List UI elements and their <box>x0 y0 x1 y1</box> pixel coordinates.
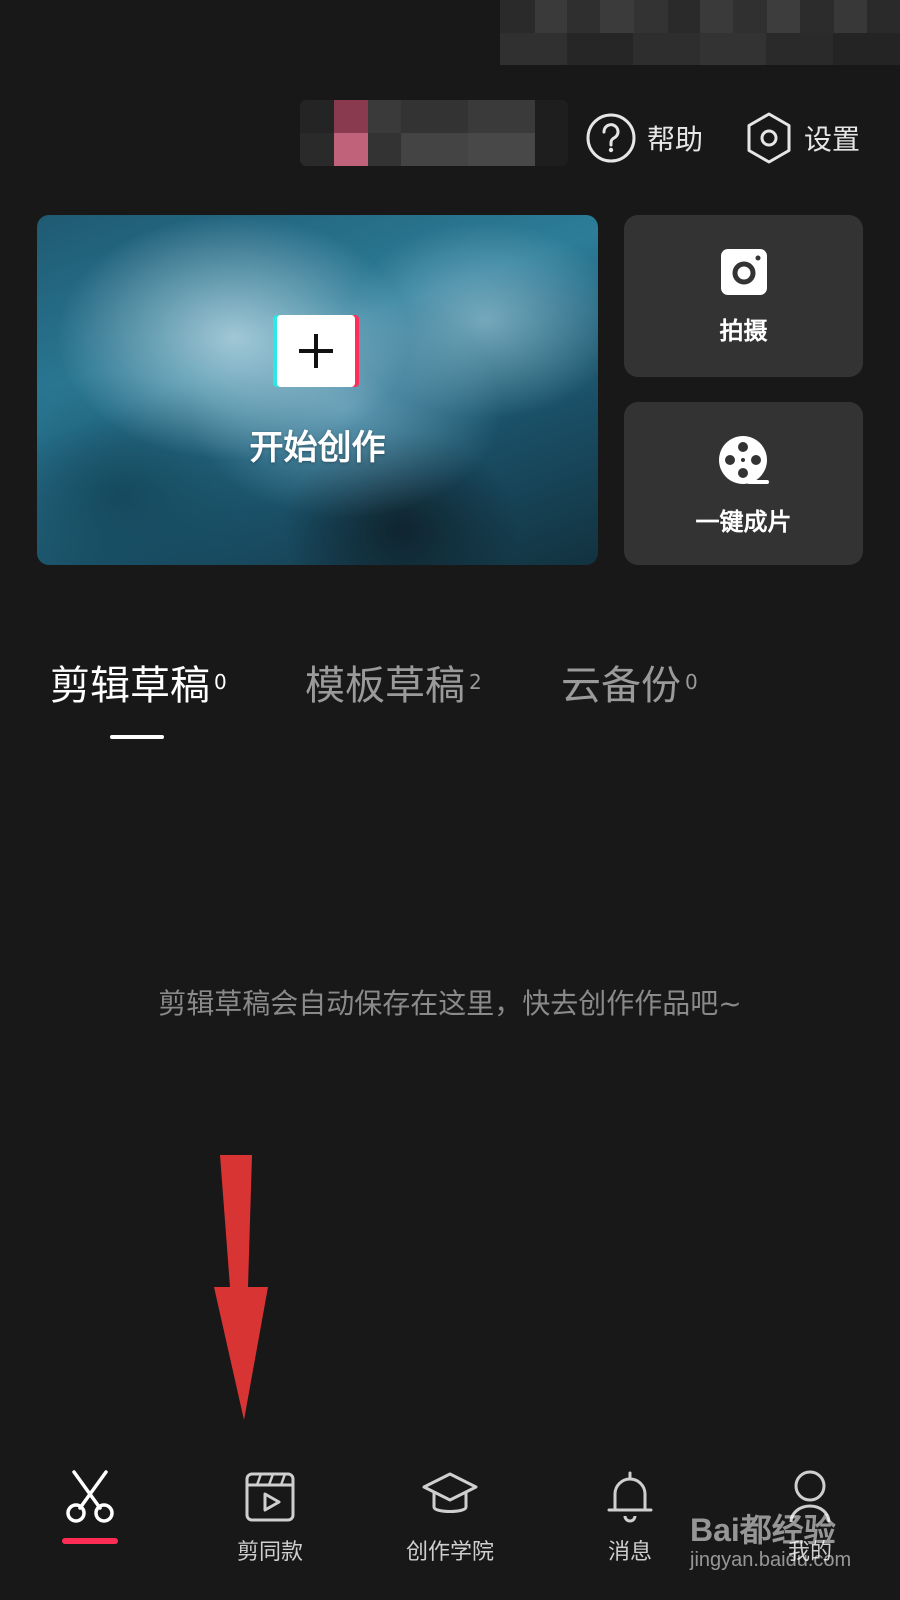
annotation-arrow-icon <box>200 1155 280 1429</box>
start-creating-card[interactable]: 开始创作 <box>37 215 598 565</box>
nav-creator-academy[interactable]: 创作学院 <box>380 1470 520 1565</box>
tab-count: 0 <box>685 670 698 694</box>
nav-label: 创作学院 <box>405 1540 494 1565</box>
scissors-icon <box>62 1470 118 1528</box>
help-label: 帮助 <box>647 123 704 156</box>
tab-template-drafts[interactable]: 模板草稿 2 <box>305 660 482 712</box>
nav-label: 消息 <box>607 1540 652 1565</box>
watermark-logo: Bai都经验 <box>690 1512 836 1548</box>
nav-template[interactable]: 剪同款 <box>200 1470 340 1565</box>
one-click-film-button[interactable]: 一键成片 <box>624 402 863 565</box>
film-reel-icon <box>717 434 771 492</box>
help-button[interactable]: 帮助 <box>585 110 703 166</box>
tab-count: 0 <box>214 670 227 694</box>
nav-label: 剪同款 <box>236 1540 303 1565</box>
tab-edit-drafts[interactable]: 剪辑草稿 0 <box>50 660 227 712</box>
status-bar-mosaic <box>500 0 900 65</box>
one-click-film-label: 一键成片 <box>695 508 792 536</box>
active-nav-indicator <box>62 1538 118 1544</box>
shoot-button[interactable]: 拍摄 <box>624 215 863 377</box>
nav-edit[interactable] <box>20 1470 160 1544</box>
empty-state-message: 剪辑草稿会自动保存在这里，快去创作作品吧~ <box>158 987 742 1020</box>
watermark-url: jingyan.baidu.com <box>690 1549 852 1571</box>
user-profile-mosaic[interactable] <box>300 100 568 166</box>
graduation-cap-icon <box>421 1470 479 1528</box>
tab-label: 模板草稿 <box>305 663 465 709</box>
help-icon <box>585 112 637 164</box>
plus-icon <box>277 315 355 387</box>
camera-icon <box>719 247 769 301</box>
template-video-icon <box>243 1470 297 1528</box>
settings-button[interactable]: 设置 <box>744 110 860 166</box>
tab-label: 剪辑草稿 <box>50 663 210 709</box>
tab-count: 2 <box>469 670 482 694</box>
shoot-label: 拍摄 <box>719 317 768 345</box>
active-tab-indicator <box>110 735 164 739</box>
settings-icon <box>744 111 794 165</box>
settings-label: 设置 <box>804 123 861 156</box>
baidu-watermark: Bai都经验 jingyan.baidu.com <box>690 1505 851 1572</box>
tab-label: 云备份 <box>561 663 681 709</box>
start-creating-label: 开始创作 <box>249 428 386 468</box>
nav-messages[interactable]: 消息 <box>560 1470 700 1565</box>
tab-cloud-backup[interactable]: 云备份 0 <box>561 660 698 712</box>
bell-icon <box>605 1470 655 1528</box>
